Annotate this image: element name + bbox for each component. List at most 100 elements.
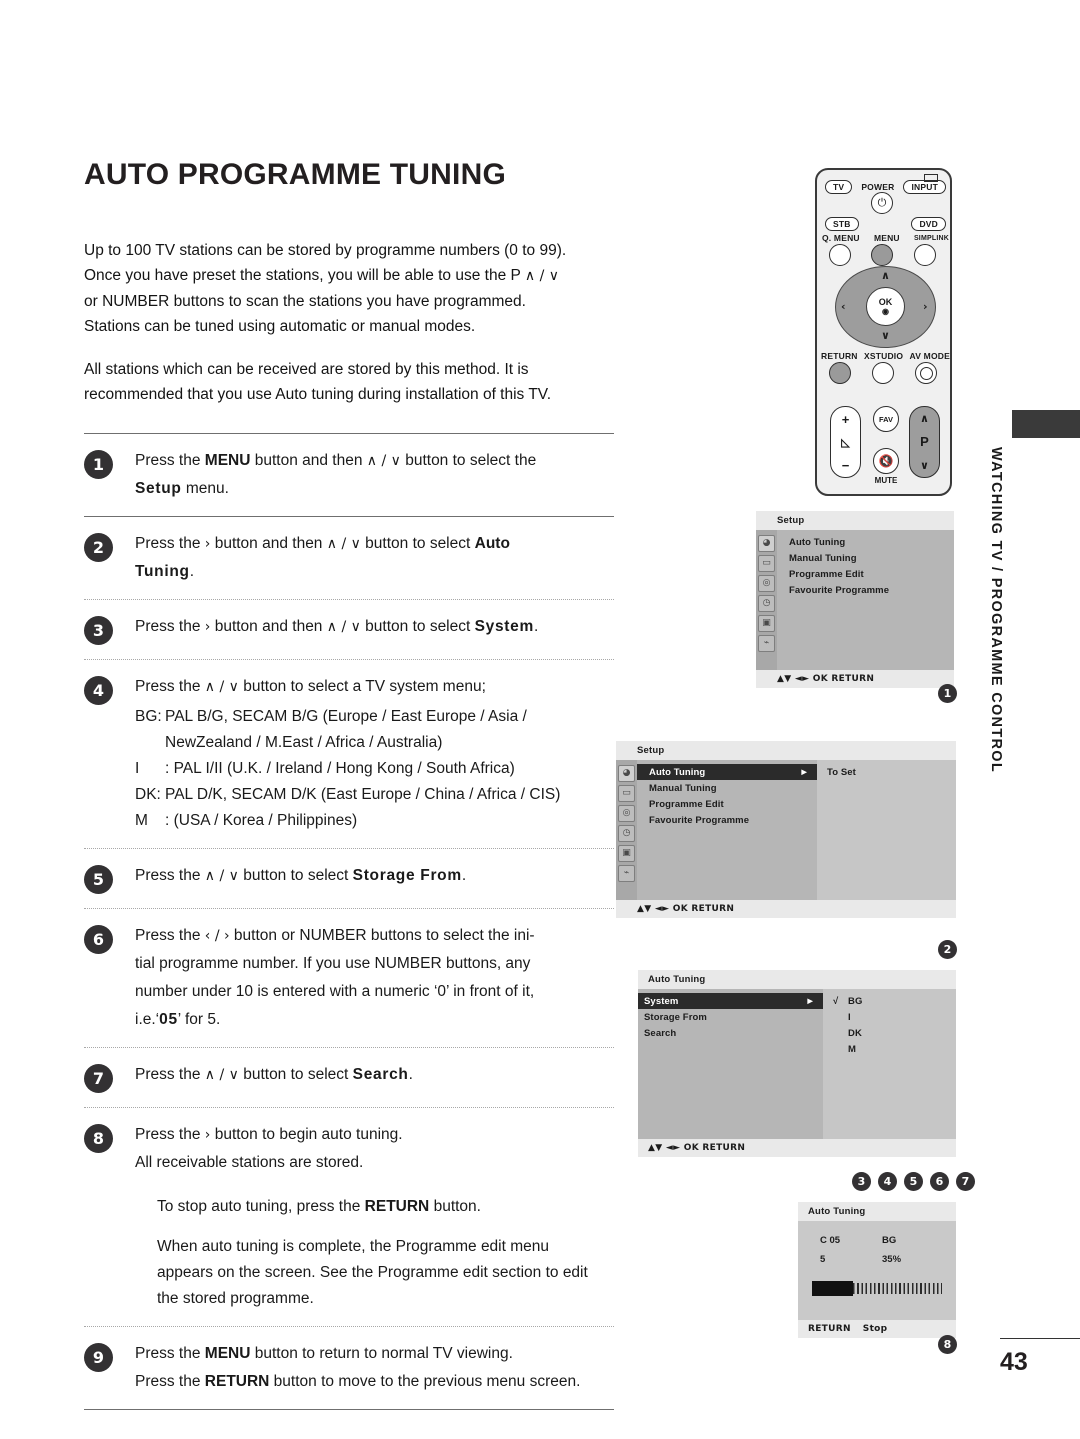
simplink-label: SIMPLINK xyxy=(913,234,949,242)
osd-item-label: Favourite Programme xyxy=(649,814,750,826)
intro-line-4: Stations can be tuned using automatic or… xyxy=(84,318,476,335)
text: button and then xyxy=(250,452,367,469)
connection-icon[interactable]: ⌁ xyxy=(758,635,775,652)
tv-system-row: DK: PAL D/K, SECAM D/K (East Europe / Ch… xyxy=(135,782,614,808)
osd-option-dk[interactable]: DK xyxy=(823,1025,956,1041)
text: Press the xyxy=(135,1373,205,1390)
connection-icon[interactable]: ⌁ xyxy=(618,865,635,882)
osd-item-manual-tuning[interactable]: Manual Tuning xyxy=(637,780,817,796)
step-6-line-3: number under 10 is entered with a numeri… xyxy=(135,983,535,1000)
p-arrows-icon: ∧ / ∨ xyxy=(524,268,560,284)
footer-stop-label: Stop xyxy=(862,1324,888,1334)
av-mode-button[interactable] xyxy=(915,362,937,384)
osd-footer: ▲▼ ◄► OK RETURN xyxy=(616,900,956,918)
tuning-icon[interactable]: ◕ xyxy=(618,765,635,782)
sound-icon[interactable]: ◎ xyxy=(618,805,635,822)
step-8-line-1: Press the › button to begin auto tuning. xyxy=(135,1122,614,1148)
ok-button[interactable]: OK ◉ xyxy=(866,287,905,326)
osd-item-list: Auto Tuning ► Manual Tuning Programme Ed… xyxy=(637,760,817,900)
volume-down-icon[interactable]: − xyxy=(842,458,850,473)
remote-control-illustration: TV POWER INPUT ⏻ STB DVD Q. MENU MENU SI… xyxy=(815,168,952,496)
updown-arrows-icon: ∧ / ∨ xyxy=(326,536,361,552)
text: Press the xyxy=(135,452,205,469)
volume-up-icon[interactable]: + xyxy=(842,412,850,427)
picture-icon[interactable]: ▭ xyxy=(758,555,775,572)
osd-option-m[interactable]: M xyxy=(823,1041,956,1057)
section-label: WATCHING TV / PROGRAMME CONTROL xyxy=(988,447,1004,773)
q-menu-button[interactable] xyxy=(829,244,851,266)
osd-right-item-to-set[interactable]: To Set xyxy=(817,764,956,780)
text: button. xyxy=(429,1198,481,1215)
picture-icon[interactable]: ▭ xyxy=(618,785,635,802)
osd-option-bg[interactable]: √ BG xyxy=(823,993,956,1009)
programme-down-icon[interactable]: ∨ xyxy=(920,459,929,472)
updown-arrows-icon: ∧ / ∨ xyxy=(366,453,401,469)
xstudio-label: XSTUDIO xyxy=(863,351,904,361)
time-icon[interactable]: ◷ xyxy=(758,595,775,612)
step-6-line-2: tial programme number. If you use NUMBER… xyxy=(135,955,531,972)
osd-item-favourite-programme[interactable]: Favourite Programme xyxy=(777,582,954,598)
dpad-left-icon[interactable]: ‹ xyxy=(841,300,846,313)
osd-item-auto-tuning[interactable]: Auto Tuning xyxy=(777,534,954,550)
tuning-icon[interactable]: ◕ xyxy=(758,535,775,552)
lock-icon[interactable]: ▣ xyxy=(758,615,775,632)
text: button or NUMBER buttons to select the i… xyxy=(229,927,535,944)
dpad-right-icon[interactable]: › xyxy=(923,300,928,313)
text: button to select a TV system menu; xyxy=(238,678,486,695)
stb-button[interactable]: STB xyxy=(825,217,859,231)
programme-rocker[interactable]: ∧ P ∨ xyxy=(909,406,940,478)
mute-button[interactable]: 🔇 xyxy=(873,448,899,474)
dpad-down-icon[interactable]: ∨ xyxy=(881,329,890,342)
input-button[interactable]: INPUT xyxy=(903,180,946,194)
osd-option-label: I xyxy=(848,1011,851,1023)
osd-item-label: Storage From xyxy=(644,1011,707,1023)
return-keyword: RETURN xyxy=(364,1198,430,1215)
osd-item-search[interactable]: Search xyxy=(638,1025,823,1041)
callout-badge-7: 7 xyxy=(956,1172,975,1191)
osd-option-label: DK xyxy=(848,1027,862,1039)
article-body: AUTO PROGRAMME TUNING Up to 100 TV stati… xyxy=(84,158,614,1410)
ok-dot-icon: ◉ xyxy=(882,306,889,316)
callout-badge-8: 8 xyxy=(938,1335,957,1354)
footer-return-label: RETURN xyxy=(808,1324,851,1334)
updown-arrows-icon: ∧ / ∨ xyxy=(326,619,361,635)
dpad[interactable]: ∧ ∨ ‹ › OK ◉ xyxy=(835,266,936,348)
power-button[interactable]: ⏻ xyxy=(871,192,893,214)
step-3: 3 Press the › button and then ∧ / ∨ butt… xyxy=(84,600,614,659)
sound-icon[interactable]: ◎ xyxy=(758,575,775,592)
dpad-up-icon[interactable]: ∧ xyxy=(881,269,890,282)
text: . xyxy=(189,563,195,580)
programme-up-icon[interactable]: ∧ xyxy=(920,412,929,425)
q-menu-label: Q. MENU xyxy=(822,233,860,243)
osd-item-system[interactable]: System ► xyxy=(638,993,823,1009)
text: button and then xyxy=(210,618,327,635)
tv-button[interactable]: TV xyxy=(825,180,853,194)
osd-item-programme-edit[interactable]: Programme Edit xyxy=(637,796,817,812)
osd-item-favourite-programme[interactable]: Favourite Programme xyxy=(637,812,817,828)
step-6: 6 Press the ‹ / › button or NUMBER butto… xyxy=(84,909,614,1047)
time-icon[interactable]: ◷ xyxy=(618,825,635,842)
simplink-button[interactable] xyxy=(914,244,936,266)
submenu-arrow-icon: ► xyxy=(799,766,809,778)
xstudio-button[interactable] xyxy=(872,362,894,384)
text: ’ for 5. xyxy=(177,1011,221,1028)
step-1: 1 Press the MENU button and then ∧ / ∨ b… xyxy=(84,434,614,516)
osd-item-storage-from[interactable]: Storage From xyxy=(638,1009,823,1025)
menu-button[interactable] xyxy=(871,244,893,266)
step-text: Press the › button to begin auto tuning.… xyxy=(135,1122,614,1176)
callout-badge-2: 2 xyxy=(938,940,957,959)
fav-button[interactable]: FAV xyxy=(873,406,899,432)
osd-item-label: Favourite Programme xyxy=(789,584,890,596)
lock-icon[interactable]: ▣ xyxy=(618,845,635,862)
dvd-button[interactable]: DVD xyxy=(911,217,946,231)
av-mode-inner-icon xyxy=(919,366,933,380)
remote-row-3-labels: Q. MENU MENU SIMPLINK xyxy=(822,233,949,243)
osd-item-auto-tuning[interactable]: Auto Tuning ► xyxy=(637,764,817,780)
osd-option-i[interactable]: I xyxy=(823,1009,956,1025)
step-badge: 6 xyxy=(84,925,113,954)
volume-rocker[interactable]: + ◺ − xyxy=(830,406,861,478)
osd-item-manual-tuning[interactable]: Manual Tuning xyxy=(777,550,954,566)
osd-item-programme-edit[interactable]: Programme Edit xyxy=(777,566,954,582)
return-button[interactable] xyxy=(829,362,851,384)
step-7-line-1: Press the ∧ / ∨ button to select Search. xyxy=(135,1062,614,1088)
